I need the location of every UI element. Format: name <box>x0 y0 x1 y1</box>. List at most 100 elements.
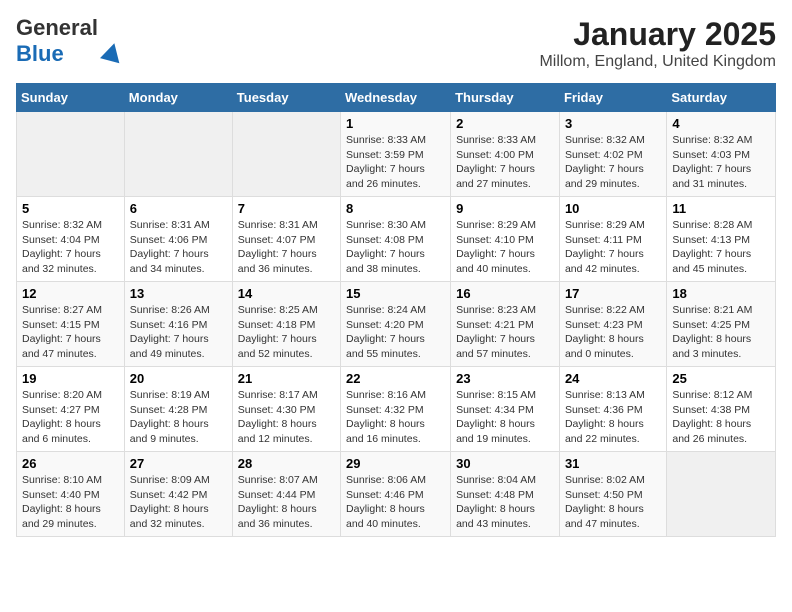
day-number: 24 <box>565 371 661 386</box>
calendar-cell: 20 Sunrise: 8:19 AM Sunset: 4:28 PM Dayli… <box>124 367 232 452</box>
day-info: Sunrise: 8:06 AM Sunset: 4:46 PM Dayligh… <box>346 473 445 532</box>
calendar-cell: 18Sunrise: 8:21 AM Sunset: 4:25 PM Dayli… <box>667 282 776 367</box>
day-number: 1 <box>346 116 445 131</box>
calendar-cell: 14 Sunrise: 8:25 AM Sunset: 4:18 PM Dayli… <box>232 282 340 367</box>
weekday-header-row: SundayMondayTuesdayWednesdayThursdayFrid… <box>17 84 776 112</box>
day-info: Sunrise: 8:27 AM Sunset: 4:15 PM Dayligh… <box>22 303 119 362</box>
day-number: 4 <box>672 116 770 131</box>
day-number: 9 <box>456 201 554 216</box>
calendar-cell: 27 Sunrise: 8:09 AM Sunset: 4:42 PM Dayli… <box>124 452 232 537</box>
week-row-3: 12 Sunrise: 8:27 AM Sunset: 4:15 PM Dayli… <box>17 282 776 367</box>
calendar-cell: 12 Sunrise: 8:27 AM Sunset: 4:15 PM Dayli… <box>17 282 125 367</box>
calendar-cell: 26Sunrise: 8:10 AM Sunset: 4:40 PM Dayli… <box>17 452 125 537</box>
weekday-header-tuesday: Tuesday <box>232 84 340 112</box>
calendar-cell: 11Sunrise: 8:28 AM Sunset: 4:13 PM Dayli… <box>667 197 776 282</box>
calendar-cell: 28Sunrise: 8:07 AM Sunset: 4:44 PM Dayli… <box>232 452 340 537</box>
day-info: Sunrise: 8:32 AM Sunset: 4:03 PM Dayligh… <box>672 133 770 192</box>
day-number: 13 <box>130 286 227 301</box>
calendar-cell: 25Sunrise: 8:12 AM Sunset: 4:38 PM Dayli… <box>667 367 776 452</box>
day-number: 16 <box>456 286 554 301</box>
day-number: 19 <box>22 371 119 386</box>
day-number: 12 <box>22 286 119 301</box>
week-row-5: 26Sunrise: 8:10 AM Sunset: 4:40 PM Dayli… <box>17 452 776 537</box>
day-number: 23 <box>456 371 554 386</box>
day-info: Sunrise: 8:26 AM Sunset: 4:16 PM Dayligh… <box>130 303 227 362</box>
day-info: Sunrise: 8:24 AM Sunset: 4:20 PM Dayligh… <box>346 303 445 362</box>
day-number: 31 <box>565 456 661 471</box>
day-info: Sunrise: 8:19 AM Sunset: 4:28 PM Dayligh… <box>130 388 227 447</box>
day-info: Sunrise: 8:15 AM Sunset: 4:34 PM Dayligh… <box>456 388 554 447</box>
weekday-header-wednesday: Wednesday <box>341 84 451 112</box>
calendar-cell: 15 Sunrise: 8:24 AM Sunset: 4:20 PM Dayli… <box>341 282 451 367</box>
calendar-cell: 30Sunrise: 8:04 AM Sunset: 4:48 PM Dayli… <box>451 452 560 537</box>
calendar-cell <box>667 452 776 537</box>
calendar-cell: 31Sunrise: 8:02 AM Sunset: 4:50 PM Dayli… <box>559 452 666 537</box>
day-number: 25 <box>672 371 770 386</box>
day-number: 8 <box>346 201 445 216</box>
calendar-cell: 6Sunrise: 8:31 AM Sunset: 4:06 PM Daylig… <box>124 197 232 282</box>
day-info: Sunrise: 8:17 AM Sunset: 4:30 PM Dayligh… <box>238 388 335 447</box>
calendar-cell: 10 Sunrise: 8:29 AM Sunset: 4:11 PM Dayli… <box>559 197 666 282</box>
logo-triangle-icon <box>100 41 124 64</box>
day-info: Sunrise: 8:04 AM Sunset: 4:48 PM Dayligh… <box>456 473 554 532</box>
day-info: Sunrise: 8:09 AM Sunset: 4:42 PM Dayligh… <box>130 473 227 532</box>
week-row-2: 5 Sunrise: 8:32 AM Sunset: 4:04 PM Daylig… <box>17 197 776 282</box>
logo-triangle-wrap <box>102 17 122 65</box>
calendar-cell: 13 Sunrise: 8:26 AM Sunset: 4:16 PM Dayli… <box>124 282 232 367</box>
day-info: Sunrise: 8:21 AM Sunset: 4:25 PM Dayligh… <box>672 303 770 362</box>
day-number: 29 <box>346 456 445 471</box>
calendar-cell <box>232 112 340 197</box>
calendar-cell: 24 Sunrise: 8:13 AM Sunset: 4:36 PM Dayli… <box>559 367 666 452</box>
day-number: 5 <box>22 201 119 216</box>
day-number: 15 <box>346 286 445 301</box>
calendar-table: SundayMondayTuesdayWednesdayThursdayFrid… <box>16 83 776 537</box>
calendar-cell: 17Sunrise: 8:22 AM Sunset: 4:23 PM Dayli… <box>559 282 666 367</box>
calendar-cell: 29 Sunrise: 8:06 AM Sunset: 4:46 PM Dayli… <box>341 452 451 537</box>
day-info: Sunrise: 8:22 AM Sunset: 4:23 PM Dayligh… <box>565 303 661 362</box>
day-info: Sunrise: 8:28 AM Sunset: 4:13 PM Dayligh… <box>672 218 770 277</box>
title-area: January 2025 Millom, England, United Kin… <box>539 16 776 71</box>
weekday-header-sunday: Sunday <box>17 84 125 112</box>
day-number: 14 <box>238 286 335 301</box>
calendar-cell: 23 Sunrise: 8:15 AM Sunset: 4:34 PM Dayli… <box>451 367 560 452</box>
header: General Blue January 2025 Millom, Englan… <box>16 16 776 71</box>
calendar-cell: 9 Sunrise: 8:29 AM Sunset: 4:10 PM Daylig… <box>451 197 560 282</box>
weekday-header-saturday: Saturday <box>667 84 776 112</box>
day-number: 7 <box>238 201 335 216</box>
day-number: 27 <box>130 456 227 471</box>
week-row-1: 1Sunrise: 8:33 AM Sunset: 3:59 PM Daylig… <box>17 112 776 197</box>
day-info: Sunrise: 8:25 AM Sunset: 4:18 PM Dayligh… <box>238 303 335 362</box>
calendar-subtitle: Millom, England, United Kingdom <box>539 53 776 71</box>
calendar-title: January 2025 <box>539 16 776 53</box>
day-number: 3 <box>565 116 661 131</box>
day-info: Sunrise: 8:23 AM Sunset: 4:21 PM Dayligh… <box>456 303 554 362</box>
weekday-header-friday: Friday <box>559 84 666 112</box>
calendar-cell: 3Sunrise: 8:32 AM Sunset: 4:02 PM Daylig… <box>559 112 666 197</box>
calendar-cell: 7 Sunrise: 8:31 AM Sunset: 4:07 PM Daylig… <box>232 197 340 282</box>
day-number: 20 <box>130 371 227 386</box>
day-info: Sunrise: 8:29 AM Sunset: 4:10 PM Dayligh… <box>456 218 554 277</box>
logo: General Blue <box>16 16 122 66</box>
calendar-cell: 21 Sunrise: 8:17 AM Sunset: 4:30 PM Dayli… <box>232 367 340 452</box>
day-info: Sunrise: 8:20 AM Sunset: 4:27 PM Dayligh… <box>22 388 119 447</box>
day-number: 26 <box>22 456 119 471</box>
calendar-cell: 16 Sunrise: 8:23 AM Sunset: 4:21 PM Dayli… <box>451 282 560 367</box>
day-info: Sunrise: 8:16 AM Sunset: 4:32 PM Dayligh… <box>346 388 445 447</box>
day-info: Sunrise: 8:31 AM Sunset: 4:07 PM Dayligh… <box>238 218 335 277</box>
logo-blue: Blue <box>16 41 64 66</box>
calendar-cell: 19 Sunrise: 8:20 AM Sunset: 4:27 PM Dayli… <box>17 367 125 452</box>
day-info: Sunrise: 8:31 AM Sunset: 4:06 PM Dayligh… <box>130 218 227 277</box>
week-row-4: 19 Sunrise: 8:20 AM Sunset: 4:27 PM Dayli… <box>17 367 776 452</box>
day-number: 10 <box>565 201 661 216</box>
day-info: Sunrise: 8:32 AM Sunset: 4:04 PM Dayligh… <box>22 218 119 277</box>
day-number: 21 <box>238 371 335 386</box>
calendar-cell: 22Sunrise: 8:16 AM Sunset: 4:32 PM Dayli… <box>341 367 451 452</box>
day-number: 28 <box>238 456 335 471</box>
day-info: Sunrise: 8:13 AM Sunset: 4:36 PM Dayligh… <box>565 388 661 447</box>
calendar-cell: 1Sunrise: 8:33 AM Sunset: 3:59 PM Daylig… <box>341 112 451 197</box>
weekday-header-thursday: Thursday <box>451 84 560 112</box>
calendar-cell: 8Sunrise: 8:30 AM Sunset: 4:08 PM Daylig… <box>341 197 451 282</box>
calendar-cell: 5 Sunrise: 8:32 AM Sunset: 4:04 PM Daylig… <box>17 197 125 282</box>
weekday-header-monday: Monday <box>124 84 232 112</box>
day-info: Sunrise: 8:29 AM Sunset: 4:11 PM Dayligh… <box>565 218 661 277</box>
